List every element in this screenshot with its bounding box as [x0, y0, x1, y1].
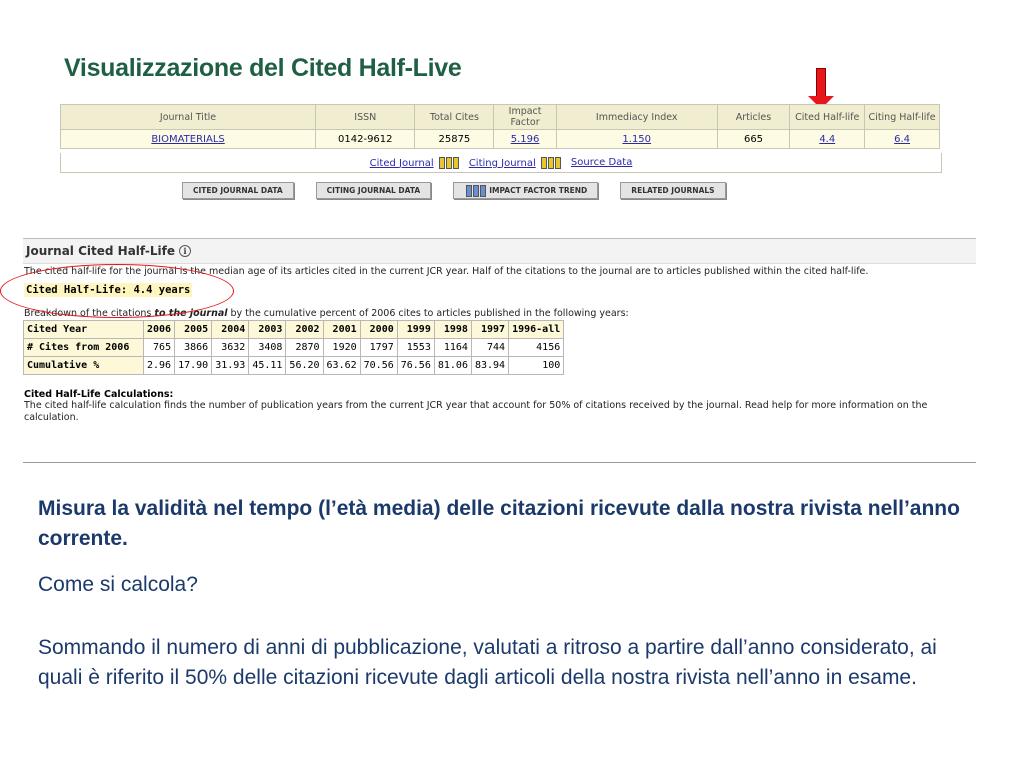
- bar-chart-icon: [466, 184, 487, 197]
- impact-factor-link[interactable]: 5.196: [511, 134, 540, 145]
- journal-title-link[interactable]: BIOMATERIALS: [151, 134, 224, 145]
- cited-half-life-cell: 4.4: [789, 129, 866, 149]
- button-label: CITED JOURNAL DATA: [193, 186, 283, 195]
- cell: 4156: [508, 338, 565, 357]
- journal-summary-table: Journal Title ISSN Total Cites Impact Fa…: [59, 104, 940, 149]
- col-citing-half-life: Citing Half-life: [864, 104, 940, 130]
- related-journals-button[interactable]: RELATED JOURNALS: [620, 182, 726, 199]
- red-arrow-shaft: [816, 68, 826, 97]
- source-data-link[interactable]: Source Data: [571, 157, 632, 168]
- cell: 3866: [174, 338, 213, 357]
- button-label: RELATED JOURNALS: [631, 186, 715, 195]
- slide-title: Visualizzazione del Cited Half-Live: [64, 54, 462, 82]
- journal-title-cell: BIOMATERIALS: [59, 129, 317, 149]
- cell: 2002: [285, 320, 324, 339]
- cited-journal-group: Cited Journal: [370, 156, 459, 169]
- articles-cell: 665: [716, 129, 791, 149]
- citing-journal-data-button[interactable]: CITING JOURNAL DATA: [315, 182, 432, 199]
- cell: 70.56: [359, 356, 398, 375]
- citing-half-life-cell: 6.4: [864, 129, 940, 149]
- cell: 76.56: [396, 356, 435, 375]
- action-buttons: CITED JOURNAL DATA CITING JOURNAL DATA I…: [182, 182, 726, 199]
- cell: 1920: [322, 338, 361, 357]
- cell: 2006: [142, 320, 176, 339]
- total-cites-cell: 25875: [414, 129, 495, 149]
- cell: 2001: [322, 320, 361, 339]
- cell: 1996-all: [508, 320, 565, 339]
- cited-journal-link[interactable]: Cited Journal: [370, 158, 434, 169]
- cell: 3632: [211, 338, 250, 357]
- button-label: CITING JOURNAL DATA: [326, 186, 421, 195]
- cell: 83.94: [470, 356, 510, 375]
- cell: 56.20: [285, 356, 324, 375]
- cell: 744: [470, 338, 510, 357]
- col-cited-half-life: Cited Half-life: [789, 104, 866, 130]
- cell: 765: [142, 338, 176, 357]
- col-impact-factor: Impact Factor: [493, 104, 557, 130]
- impact-factor-cell: 5.196: [493, 129, 557, 149]
- cell: 31.93: [211, 356, 250, 375]
- cell: 45.11: [248, 356, 287, 375]
- half-life-header-text: Journal Cited Half-Life: [26, 244, 176, 258]
- cited-half-life-link[interactable]: 4.4: [819, 134, 835, 145]
- cell: 3408: [248, 338, 287, 357]
- table-header-row: Journal Title ISSN Total Cites Impact Fa…: [59, 104, 940, 130]
- citing-journal-group: Citing Journal: [469, 156, 561, 169]
- cell: 1998: [433, 320, 472, 339]
- breakdown-post: by the cumulative percent of 2006 cites …: [227, 308, 629, 319]
- cell: 2000: [359, 320, 398, 339]
- cell: 2.96: [142, 356, 176, 375]
- cell: 17.90: [174, 356, 213, 375]
- bar-chart-icon[interactable]: [540, 156, 561, 169]
- cell: 1797: [359, 338, 398, 357]
- cell: 63.62: [322, 356, 361, 375]
- issn-cell: 0142-9612: [315, 129, 416, 149]
- citing-journal-link[interactable]: Citing Journal: [469, 158, 536, 169]
- table-row: Cited Year 2006 2005 2004 2003 2002 2001…: [23, 320, 565, 339]
- col-immediacy-index: Immediacy Index: [555, 104, 718, 130]
- cell: 1164: [433, 338, 472, 357]
- info-icon[interactable]: i: [179, 245, 192, 257]
- cell: 2004: [211, 320, 250, 339]
- row-label: Cited Year: [23, 320, 144, 339]
- cell: 100: [508, 356, 565, 375]
- cell: 1997: [470, 320, 510, 339]
- citations-breakdown-table: Cited Year 2006 2005 2004 2003 2002 2001…: [23, 320, 565, 375]
- cell: 2005: [174, 320, 213, 339]
- half-life-header: Journal Cited Half-Life i: [23, 238, 976, 264]
- bold-paragraph: Misura la validità nel tempo (l’età medi…: [38, 497, 960, 550]
- citing-half-life-link[interactable]: 6.4: [894, 134, 910, 145]
- bar-chart-icon[interactable]: [438, 156, 459, 169]
- immediacy-index-cell: 1.150: [555, 129, 718, 149]
- table-row: # Cites from 2006 765 3866 3632 3408 287…: [23, 338, 565, 357]
- journal-links-row: Cited Journal Citing Journal Source Data: [60, 153, 942, 173]
- cell: 81.06: [433, 356, 472, 375]
- button-label: IMPACT FACTOR TREND: [489, 186, 588, 195]
- question-text: Come si calcola?: [38, 573, 198, 596]
- row-label: Cumulative %: [23, 356, 144, 375]
- col-journal-title: Journal Title: [59, 104, 317, 130]
- col-articles: Articles: [716, 104, 791, 130]
- cell: 2870: [285, 338, 324, 357]
- explanation-paragraph: Sommando il numero di anni di pubblicazi…: [38, 636, 937, 689]
- table-row: BIOMATERIALS 0142-9612 25875 5.196 1.150…: [59, 129, 940, 149]
- impact-factor-trend-button[interactable]: IMPACT FACTOR TREND: [453, 182, 599, 199]
- row-label: # Cites from 2006: [23, 338, 144, 357]
- calc-description: The cited half-life calculation finds th…: [24, 400, 928, 423]
- table-row: Cumulative % 2.96 17.90 31.93 45.11 56.2…: [23, 356, 565, 375]
- calc-title: Cited Half-Life Calculations:: [24, 389, 174, 400]
- cell: 2003: [248, 320, 287, 339]
- cited-journal-data-button[interactable]: CITED JOURNAL DATA: [182, 182, 294, 199]
- immediacy-index-link[interactable]: 1.150: [622, 134, 651, 145]
- col-total-cites: Total Cites: [414, 104, 495, 130]
- col-issn: ISSN: [315, 104, 416, 130]
- cell: 1553: [396, 338, 435, 357]
- red-highlight-ellipse: [0, 264, 234, 318]
- cell: 1999: [396, 320, 435, 339]
- panel-divider: [23, 462, 976, 463]
